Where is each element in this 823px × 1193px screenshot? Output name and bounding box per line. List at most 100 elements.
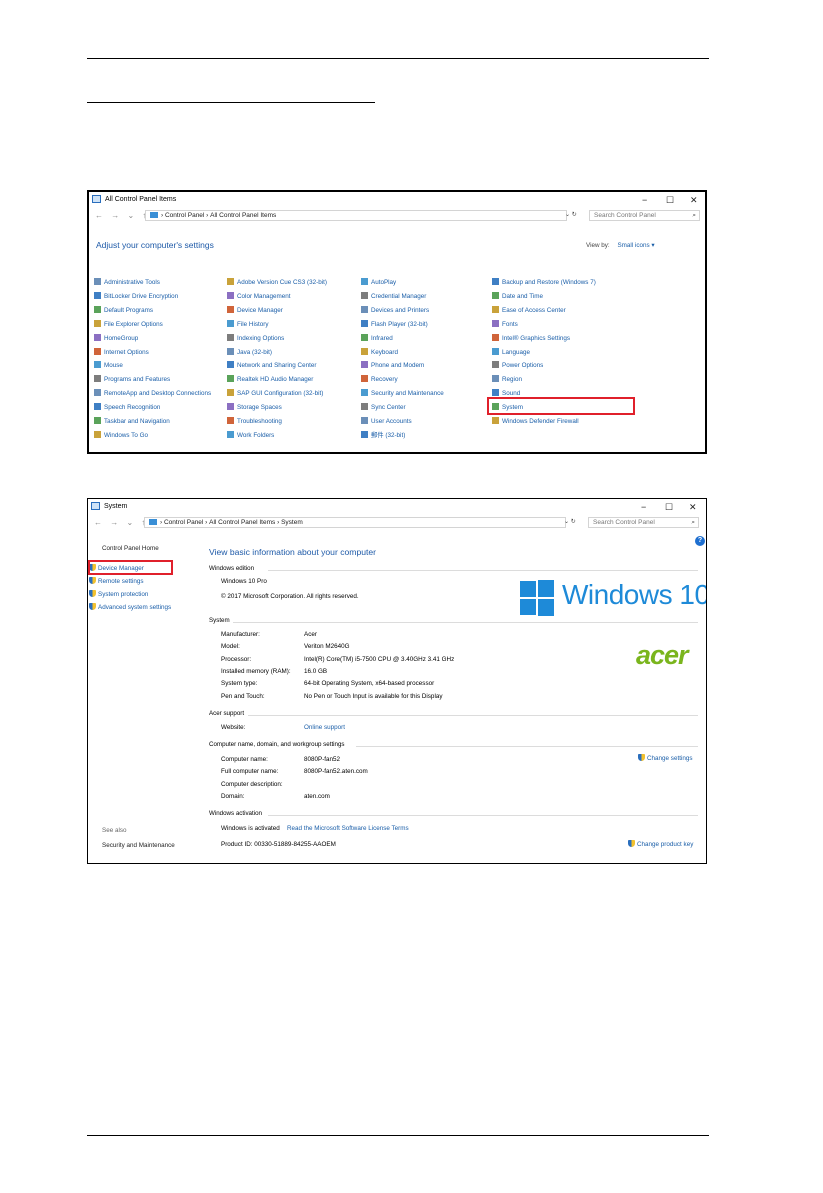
minimize-button[interactable]: − <box>642 192 647 208</box>
view-by: View by: Small icons ▾ <box>586 241 655 250</box>
cp-item-label: Language <box>502 348 531 356</box>
sidebar-item-system-protection[interactable]: System protection <box>89 590 148 599</box>
search-input[interactable]: Search Control Panel ⌕ <box>588 517 699 528</box>
cp-item[interactable]: Realtek HD Audio Manager <box>227 375 313 384</box>
computer-icon <box>150 212 158 219</box>
cp-item[interactable]: Power Options <box>492 361 543 370</box>
cp-item-label: Sync Center <box>371 404 406 412</box>
cp-item[interactable]: User Accounts <box>361 417 412 426</box>
shield-icon <box>638 754 645 761</box>
cp-item[interactable]: Ease of Access Center <box>492 305 566 315</box>
cp-item[interactable]: Taskbar and Navigation <box>94 417 170 426</box>
cp-item[interactable]: Color Management <box>227 291 291 301</box>
cp-item[interactable]: Indexing Options <box>227 333 284 343</box>
cp-item[interactable]: Device Manager <box>227 305 283 315</box>
refresh-icon[interactable]: ⌄ ↻ <box>565 211 577 218</box>
cp-item[interactable]: AutoPlay <box>361 278 396 287</box>
cp-item[interactable]: Infrared <box>361 333 393 343</box>
minimize-button[interactable]: − <box>641 499 646 515</box>
computer-settings-header: Computer name, domain, and workgroup set… <box>209 741 345 748</box>
cp-item-icon <box>94 347 101 355</box>
cp-item-label: Intel® Graphics Settings <box>502 334 570 342</box>
security-maintenance-link[interactable]: Security and Maintenance <box>102 841 175 850</box>
control-panel-home-link[interactable]: Control Panel Home <box>102 544 159 553</box>
cp-item[interactable]: Credential Manager <box>361 291 427 301</box>
cp-item-label: Adobe Version Cue CS3 (32-bit) <box>237 279 327 286</box>
cp-item-icon <box>361 291 368 299</box>
chevron-down-icon[interactable]: ▾ <box>651 242 654 249</box>
cp-item[interactable]: Storage Spaces <box>227 403 282 412</box>
cp-item[interactable]: Internet Options <box>94 347 149 357</box>
cp-item-icon <box>361 361 368 369</box>
sidebar-label: Advanced system settings <box>98 604 172 611</box>
cp-item[interactable]: RemoteApp and Desktop Connections <box>94 389 211 398</box>
breadcrumb-all-items[interactable]: All Control Panel Items <box>210 212 276 219</box>
cp-item[interactable]: Devices and Printers <box>361 305 429 315</box>
breadcrumb-control-panel[interactable]: Control Panel <box>165 212 204 219</box>
cp-item[interactable]: Speech Recognition <box>94 403 160 412</box>
cp-item-icon <box>227 291 234 299</box>
cp-item[interactable]: Security and Maintenance <box>361 389 444 398</box>
cp-item-label: HomeGroup <box>104 334 139 342</box>
nav-buttons[interactable]: ← → ⌄ ↑ <box>95 211 149 220</box>
cp-item-icon <box>361 319 368 327</box>
cp-item[interactable]: File Explorer Options <box>94 319 163 329</box>
info-label: Manufacturer: <box>221 631 260 638</box>
cp-item-icon <box>227 403 234 411</box>
info-label: Full computer name: <box>221 768 279 776</box>
cp-item[interactable]: Mouse <box>94 361 123 370</box>
cp-item-icon <box>492 319 499 327</box>
cp-item[interactable]: Recovery <box>361 375 398 384</box>
sidebar-item-advanced-settings[interactable]: Advanced system settings <box>89 603 171 612</box>
cp-item[interactable]: Keyboard <box>361 347 398 357</box>
cp-item[interactable]: Adobe Version Cue CS3 (32-bit) <box>227 278 327 287</box>
cp-item[interactable]: Network and Sharing Center <box>227 361 316 370</box>
cp-item[interactable]: SAP GUI Configuration (32-bit) <box>227 389 323 398</box>
cp-item[interactable]: Intel® Graphics Settings <box>492 333 570 343</box>
close-button[interactable]: ✕ <box>690 192 698 208</box>
search-input[interactable]: Search Control Panel ⌕ <box>589 210 700 221</box>
cp-item-label: RemoteApp and Desktop Connections <box>104 390 212 398</box>
cp-item-label: Credential Manager <box>371 292 427 300</box>
cp-item[interactable]: Language <box>492 347 531 357</box>
cp-item[interactable]: Flash Player (32-bit) <box>361 319 428 329</box>
cp-item[interactable]: Fonts <box>492 319 518 329</box>
cp-item[interactable]: Phone and Modem <box>361 361 424 370</box>
breadcrumb[interactable]: › Control Panel › All Control Panel Item… <box>145 210 567 221</box>
cp-item[interactable]: Troubleshooting <box>227 417 282 426</box>
cp-item[interactable]: 郵件 (32-bit) <box>361 430 405 440</box>
cp-item[interactable]: Windows To Go <box>94 430 148 440</box>
cp-item[interactable]: Java (32-bit) <box>227 347 272 357</box>
license-terms-link[interactable]: Read the Microsoft Software License Term… <box>287 824 409 833</box>
cp-item[interactable]: Windows Defender Firewall <box>492 417 579 426</box>
cp-item[interactable]: Backup and Restore (Windows 7) <box>492 278 596 287</box>
shield-icon <box>89 590 96 597</box>
breadcrumb[interactable]: › Control Panel › All Control Panel Item… <box>144 517 566 528</box>
cp-item[interactable]: Sync Center <box>361 403 406 412</box>
sidebar-item-remote-settings[interactable]: Remote settings <box>89 577 144 586</box>
cp-item[interactable]: Default Programs <box>94 305 153 315</box>
close-button[interactable]: ✕ <box>689 499 697 515</box>
breadcrumb-all-items[interactable]: All Control Panel Items <box>209 519 275 526</box>
cp-item[interactable]: File History <box>227 319 269 329</box>
cp-item[interactable]: Date and Time <box>492 291 543 301</box>
maximize-button[interactable]: ☐ <box>665 499 673 515</box>
maximize-button[interactable]: ☐ <box>666 192 674 208</box>
nav-buttons[interactable]: ← → ⌄ ↑ <box>94 518 148 527</box>
breadcrumb-system[interactable]: System <box>281 519 303 526</box>
section-underline <box>87 102 375 103</box>
breadcrumb-control-panel[interactable]: Control Panel <box>164 519 203 526</box>
cp-item[interactable]: Administrative Tools <box>94 278 160 287</box>
cp-item[interactable]: HomeGroup <box>94 333 139 343</box>
cp-item[interactable]: Region <box>492 375 522 384</box>
help-icon[interactable]: ? <box>695 536 705 546</box>
refresh-icon[interactable]: ⌄ ↻ <box>564 518 576 525</box>
change-settings-link[interactable]: Change settings <box>638 754 693 763</box>
cp-item-label: SAP GUI Configuration (32-bit) <box>237 390 324 398</box>
cp-item[interactable]: Work Folders <box>227 430 274 440</box>
cp-item[interactable]: Programs and Features <box>94 375 170 384</box>
view-by-dropdown[interactable]: Small icons <box>617 242 649 249</box>
cp-item[interactable]: BitLocker Drive Encryption <box>94 291 178 301</box>
online-support-link[interactable]: Online support <box>304 723 345 732</box>
change-product-key-link[interactable]: Change product key <box>628 840 693 849</box>
